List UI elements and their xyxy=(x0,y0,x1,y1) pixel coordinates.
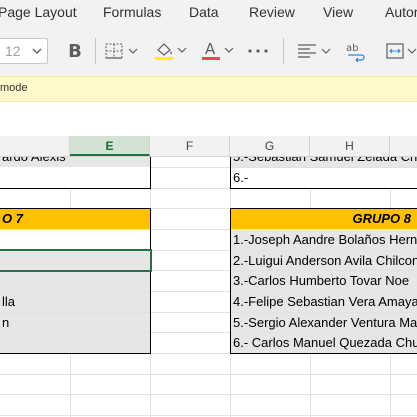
column-header-h[interactable]: H xyxy=(310,136,390,156)
more-options-button[interactable] xyxy=(246,38,270,64)
font-size-value: 12 xyxy=(5,43,21,59)
svg-text:A: A xyxy=(205,40,216,58)
wrap-text-icon: ab xyxy=(346,43,365,62)
merge-icon xyxy=(386,43,417,59)
tab-review[interactable]: Review xyxy=(249,4,295,20)
grid-line xyxy=(0,415,417,416)
column-header-g[interactable]: G xyxy=(230,136,310,156)
tab-automate[interactable]: Autor xyxy=(385,4,417,20)
toolbar-divider xyxy=(283,38,284,64)
fill-color-button[interactable] xyxy=(152,38,192,64)
merge-button[interactable] xyxy=(384,38,417,64)
column-header-i[interactable] xyxy=(390,136,417,156)
spreadsheet-grid[interactable]: ardo Alexis 5.-Sebastian Samuel Zelada C… xyxy=(0,157,417,417)
align-icon xyxy=(298,44,331,58)
cell-selection xyxy=(0,249,152,272)
chevron-down-icon xyxy=(32,48,42,54)
tab-formulas[interactable]: Formulas xyxy=(103,4,161,20)
font-color-icon: A xyxy=(202,40,234,60)
svg-text:ab: ab xyxy=(346,43,358,54)
font-size-select[interactable]: 12 xyxy=(0,38,48,64)
grid-line xyxy=(0,374,417,375)
formula-bar-area xyxy=(0,102,417,136)
bold-button[interactable]: B xyxy=(64,38,86,64)
font-color-button[interactable]: A xyxy=(199,38,239,64)
column-header-c[interactable] xyxy=(0,136,70,156)
table-border xyxy=(0,157,151,189)
align-button[interactable] xyxy=(295,38,337,64)
info-bar: mode xyxy=(0,76,417,102)
table-border xyxy=(230,157,417,189)
column-header-f[interactable]: F xyxy=(150,136,230,156)
table-border xyxy=(230,208,417,354)
fill-color-icon xyxy=(155,43,187,60)
ribbon-toolbar: 12 B A ab xyxy=(0,26,417,76)
borders-icon xyxy=(105,43,138,59)
wrap-text-button[interactable]: ab xyxy=(345,38,367,64)
toolbar-divider xyxy=(95,38,96,64)
column-header-e[interactable]: E xyxy=(70,136,150,156)
info-bar-text: mode xyxy=(0,82,28,94)
more-icon xyxy=(248,49,268,53)
table-border xyxy=(0,208,151,354)
borders-button[interactable] xyxy=(103,38,143,64)
column-headers: D E F G H xyxy=(0,136,417,157)
tab-data[interactable]: Data xyxy=(189,4,219,20)
tab-page-layout[interactable]: Page Layout xyxy=(0,4,77,20)
grid-line xyxy=(0,394,417,395)
bold-icon: B xyxy=(68,40,82,62)
ribbon-tabs: Page Layout Formulas Data Review View Au… xyxy=(0,0,417,26)
tab-view[interactable]: View xyxy=(323,4,353,20)
